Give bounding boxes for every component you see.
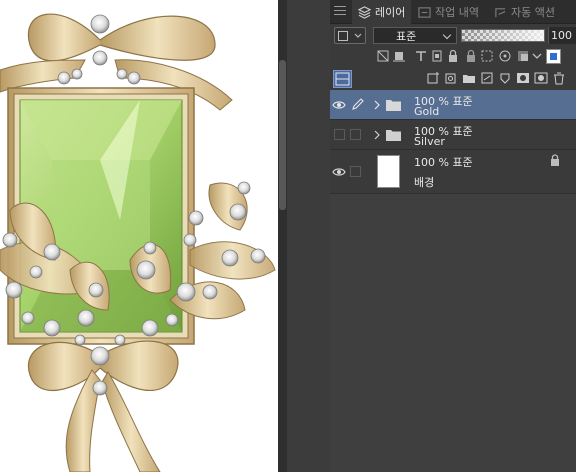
clip-icon[interactable] — [376, 49, 390, 63]
blend-row: 표준 100 — [330, 24, 576, 46]
layer-row-gold[interactable]: 100 % 표준 Gold — [330, 90, 576, 120]
delete-layer-icon[interactable] — [552, 71, 566, 85]
jewel-artwork — [0, 13, 276, 472]
tab-history[interactable]: 작업 내역 — [412, 0, 485, 24]
tab-layer-label: 레이어 — [375, 6, 406, 19]
folder-icon — [386, 129, 401, 141]
reference-layer-icon[interactable] — [392, 49, 406, 63]
layer-list: 100 % 표준 Gold 100 % 표준 Silver 100 % 표준 배… — [330, 90, 576, 472]
new-folder-icon[interactable] — [462, 71, 476, 85]
layer-panel: 레이어 작업 내역 자동 액션 표준 100 100 % 표준 Gold 100… — [330, 0, 576, 472]
layer-command-toolbar — [330, 68, 576, 90]
visibility-toggle[interactable] — [334, 129, 345, 140]
edit-target-toggle[interactable] — [350, 166, 361, 177]
transfer-layer-icon[interactable] — [480, 71, 494, 85]
layer-mask-icon[interactable] — [516, 71, 530, 85]
eye-icon[interactable] — [332, 165, 346, 179]
lock-transparent-icon[interactable] — [446, 49, 460, 63]
ruler-icon[interactable] — [498, 49, 512, 63]
list-view-icon — [335, 72, 350, 86]
layer-name: 배경 — [414, 176, 435, 189]
draft-layer-icon[interactable] — [414, 49, 428, 63]
panel-menu-icon[interactable] — [334, 6, 346, 17]
combine-layer-icon[interactable] — [498, 71, 512, 85]
chevron-down-icon — [354, 33, 362, 38]
lock-icon[interactable] — [550, 154, 560, 166]
layers-icon — [358, 5, 371, 19]
new-vector-layer-icon[interactable] — [444, 71, 458, 85]
apply-mask-icon[interactable] — [534, 71, 548, 85]
layer-blend-label: 100 % 표준 — [414, 156, 473, 169]
opacity-slider[interactable] — [461, 29, 545, 42]
panel-tab-bar: 레이어 작업 내역 자동 액션 — [330, 0, 576, 24]
folder-icon — [386, 99, 401, 111]
layer-list-mode-button[interactable] — [333, 70, 352, 88]
layer-name: Gold — [414, 105, 440, 118]
tab-history-label: 작업 내역 — [435, 6, 479, 19]
opacity-value: 100 — [551, 29, 572, 42]
layer-name: Silver — [414, 135, 445, 148]
eye-icon[interactable] — [332, 98, 346, 112]
canvas-scrollbar[interactable] — [278, 0, 330, 472]
tab-auto-action-label: 자동 액션 — [511, 6, 555, 19]
canvas-area[interactable] — [0, 0, 278, 472]
blend-mode-value: 표준 — [396, 29, 417, 43]
new-raster-layer-icon[interactable] — [426, 71, 440, 85]
layer-thumbnail — [377, 155, 400, 188]
auto-action-icon — [495, 7, 506, 17]
layer-row-silver[interactable]: 100 % 표준 Silver — [330, 120, 576, 150]
pen-edit-icon[interactable] — [351, 98, 364, 111]
layer-color-chip[interactable] — [546, 49, 561, 64]
square-icon — [338, 30, 348, 41]
layer-row-background[interactable]: 100 % 표준 배경 — [330, 150, 576, 194]
chevron-down-icon — [442, 30, 452, 40]
chevron-right-icon[interactable] — [373, 100, 381, 110]
selection-icon[interactable] — [480, 49, 494, 63]
blend-mode-select[interactable]: 표준 — [373, 27, 457, 44]
mask-icon[interactable] — [430, 49, 444, 63]
layer-option-toolbar — [330, 46, 576, 68]
history-icon — [418, 6, 431, 18]
layer-color-icon[interactable] — [516, 49, 530, 63]
layer-property-button[interactable] — [334, 27, 366, 44]
chevron-down-icon[interactable] — [530, 49, 544, 63]
edit-target-toggle[interactable] — [350, 129, 361, 140]
tab-auto-action[interactable]: 자동 액션 — [488, 0, 561, 24]
opacity-input[interactable]: 100 — [548, 27, 576, 44]
opacity-fill — [462, 30, 544, 41]
scrollbar-thumb[interactable] — [279, 60, 286, 210]
layer-list-empty-area[interactable] — [330, 194, 576, 472]
lock-icon[interactable] — [464, 49, 478, 63]
tab-layer[interactable]: 레이어 — [352, 0, 412, 24]
chevron-right-icon[interactable] — [373, 130, 381, 140]
